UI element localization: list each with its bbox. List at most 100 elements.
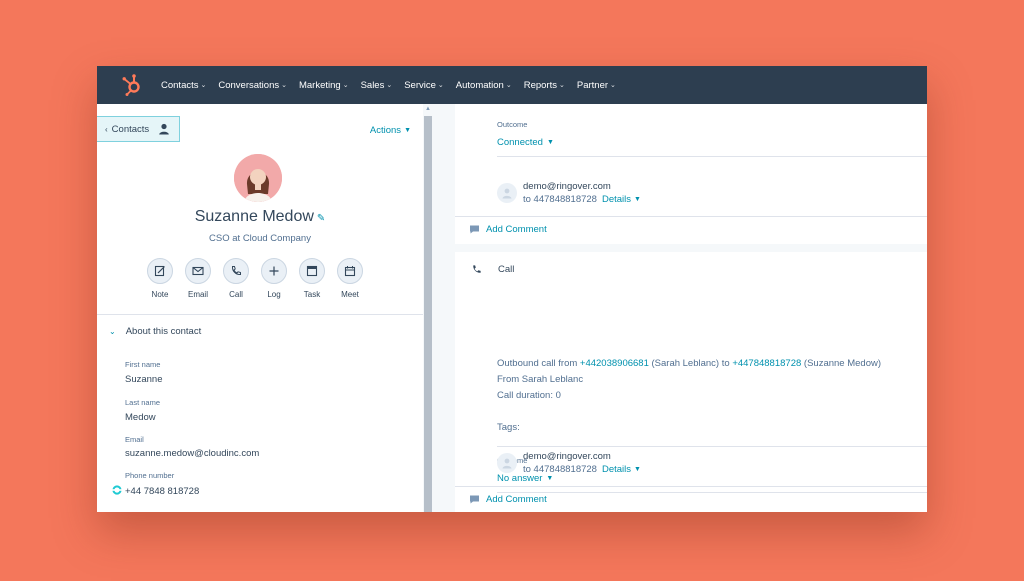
details-label: Details (601, 194, 632, 205)
nav-marketing-label: Marketing (298, 79, 341, 91)
recipient-line: to 447848818728 Details ▼ (523, 464, 641, 475)
recipient-number: to 447848818728 (523, 194, 597, 205)
phone-icon (223, 258, 249, 284)
nav-sales[interactable]: Sales ⌄ (361, 80, 393, 91)
chevron-left-icon: ‹ (105, 124, 108, 134)
nav-automation-label: Automation (455, 79, 504, 91)
card-divider (455, 486, 927, 487)
contact-title: CSO at Cloud Company (209, 233, 311, 244)
nav-automation[interactable]: Automation ⌄ (456, 80, 512, 91)
details-dropdown[interactable]: Details ▼ (602, 194, 641, 205)
nav-sales-label: Sales (360, 79, 385, 91)
contact-sidebar: ‹ Contacts Actions ▼ Suzanne Medow ✎ CSO … (97, 104, 423, 512)
chevron-down-icon: ⌄ (342, 82, 349, 89)
back-to-contacts-label: Contacts (111, 123, 150, 135)
call-label: Call (229, 290, 243, 299)
phone-number-value[interactable]: +44 7848 818728 (125, 486, 199, 497)
contact-name-text: Suzanne Medow (194, 208, 314, 225)
email-field-label: Email (125, 435, 144, 444)
scroll-up-arrow-icon[interactable]: ▲ (423, 104, 433, 114)
nav-conversations[interactable]: Conversations ⌄ (218, 80, 287, 91)
nav-partner-label: Partner (576, 79, 609, 91)
add-comment-label: Add Comment (486, 224, 547, 235)
task-action-button[interactable]: Task (299, 258, 325, 299)
nav-partner[interactable]: Partner ⌄ (577, 80, 616, 91)
from-number-link[interactable]: +442038906681 (580, 358, 649, 369)
call-description-line: Outbound call from +442038906681 (Sarah … (497, 358, 881, 369)
person-icon (159, 123, 169, 135)
call-header: Call (471, 264, 514, 275)
app-window: Contacts ⌄ Conversations ⌄ Marketing ⌄ Sale… (97, 66, 927, 512)
caller-avatar-icon (497, 183, 517, 203)
activity-card-call-connected: Outcome Connected ▼ demo@ringover.com to… (455, 104, 927, 244)
add-comment-button[interactable]: Add Comment (469, 224, 547, 235)
meet-label: Meet (341, 290, 359, 299)
chevron-down-icon: ⌄ (610, 82, 616, 89)
phone-icon (473, 265, 481, 273)
caller-email: demo@ringover.com (523, 181, 611, 192)
email-action-button[interactable]: Email (185, 258, 211, 299)
chevron-down-icon: ⌄ (437, 82, 444, 89)
chevron-down-icon: ⌄ (109, 327, 116, 336)
about-contact-toggle[interactable]: ⌄ About this contact (109, 326, 201, 337)
edit-pencil-icon[interactable]: ✎ (317, 213, 325, 224)
phone-number-label: Phone number (125, 471, 175, 480)
email-label: Email (187, 290, 208, 299)
nav-reports[interactable]: Reports ⌄ (524, 80, 565, 91)
last-name-value[interactable]: Medow (125, 412, 156, 423)
back-to-contacts-button[interactable]: ‹ Contacts (97, 116, 180, 142)
to-number-link[interactable]: +447848818728 (732, 358, 801, 369)
log-action-button[interactable]: Log (261, 258, 287, 299)
add-comment-button[interactable]: Add Comment (469, 494, 547, 505)
task-icon (299, 258, 325, 284)
first-name-value[interactable]: Suzanne (125, 374, 163, 385)
hubspot-logo-icon[interactable] (119, 72, 145, 98)
call-action-button[interactable]: Call (223, 258, 249, 299)
caret-down-icon: ▼ (634, 196, 641, 203)
chevron-down-icon: ⌄ (558, 82, 565, 89)
chevron-down-icon: ⌄ (281, 82, 287, 89)
first-name-label: First name (125, 360, 161, 369)
actions-label: Actions (369, 125, 402, 136)
actions-dropdown[interactable]: Actions ▼ (370, 125, 411, 136)
last-name-label: Last name (125, 398, 161, 407)
details-label: Details (601, 464, 632, 475)
caller-email: demo@ringover.com (523, 451, 611, 462)
tags-label: Tags: (497, 422, 520, 433)
nav-marketing[interactable]: Marketing ⌄ (299, 80, 349, 91)
comment-icon (470, 495, 479, 504)
contact-name: Suzanne Medow ✎ (97, 208, 423, 226)
email-field-value[interactable]: suzanne.medow@cloudinc.com (125, 448, 259, 459)
chevron-down-icon: ⌄ (505, 82, 512, 89)
log-label: Log (267, 290, 281, 299)
plus-icon (261, 258, 287, 284)
meet-action-button[interactable]: Meet (337, 258, 363, 299)
calendar-icon (337, 258, 363, 284)
section-divider (97, 314, 423, 315)
add-comment-label: Add Comment (486, 494, 547, 505)
comment-icon (470, 225, 479, 234)
task-label: Task (303, 290, 321, 299)
card-divider (497, 446, 927, 447)
note-label: Note (151, 290, 169, 299)
sidebar-scrollbar[interactable]: ▲ (423, 104, 433, 512)
outcome-dropdown[interactable]: Connected ▼ (497, 137, 554, 148)
recipient-line: to 447848818728 Details ▼ (523, 194, 641, 205)
nav-service-label: Service (404, 79, 436, 91)
contact-avatar (234, 154, 282, 202)
details-dropdown[interactable]: Details ▼ (602, 464, 641, 475)
email-icon (185, 258, 211, 284)
nav-contacts[interactable]: Contacts ⌄ (161, 80, 206, 91)
note-action-button[interactable]: Note (147, 258, 173, 299)
nav-service[interactable]: Service ⌄ (404, 80, 444, 91)
top-navigation: Contacts ⌄ Conversations ⌄ Marketing ⌄ Sale… (97, 66, 927, 104)
recipient-number: to 447848818728 (523, 464, 597, 475)
chevron-down-icon: ⌄ (386, 82, 393, 89)
call-from-prefix: Outbound call from (497, 358, 578, 369)
scrollbar-thumb[interactable] (424, 116, 432, 512)
nav-contacts-label: Contacts (161, 79, 199, 91)
caret-down-icon: ▼ (634, 466, 641, 473)
ringover-sync-icon[interactable] (112, 485, 122, 495)
about-contact-label: About this contact (125, 326, 202, 337)
chevron-down-icon: ⌄ (200, 82, 207, 89)
